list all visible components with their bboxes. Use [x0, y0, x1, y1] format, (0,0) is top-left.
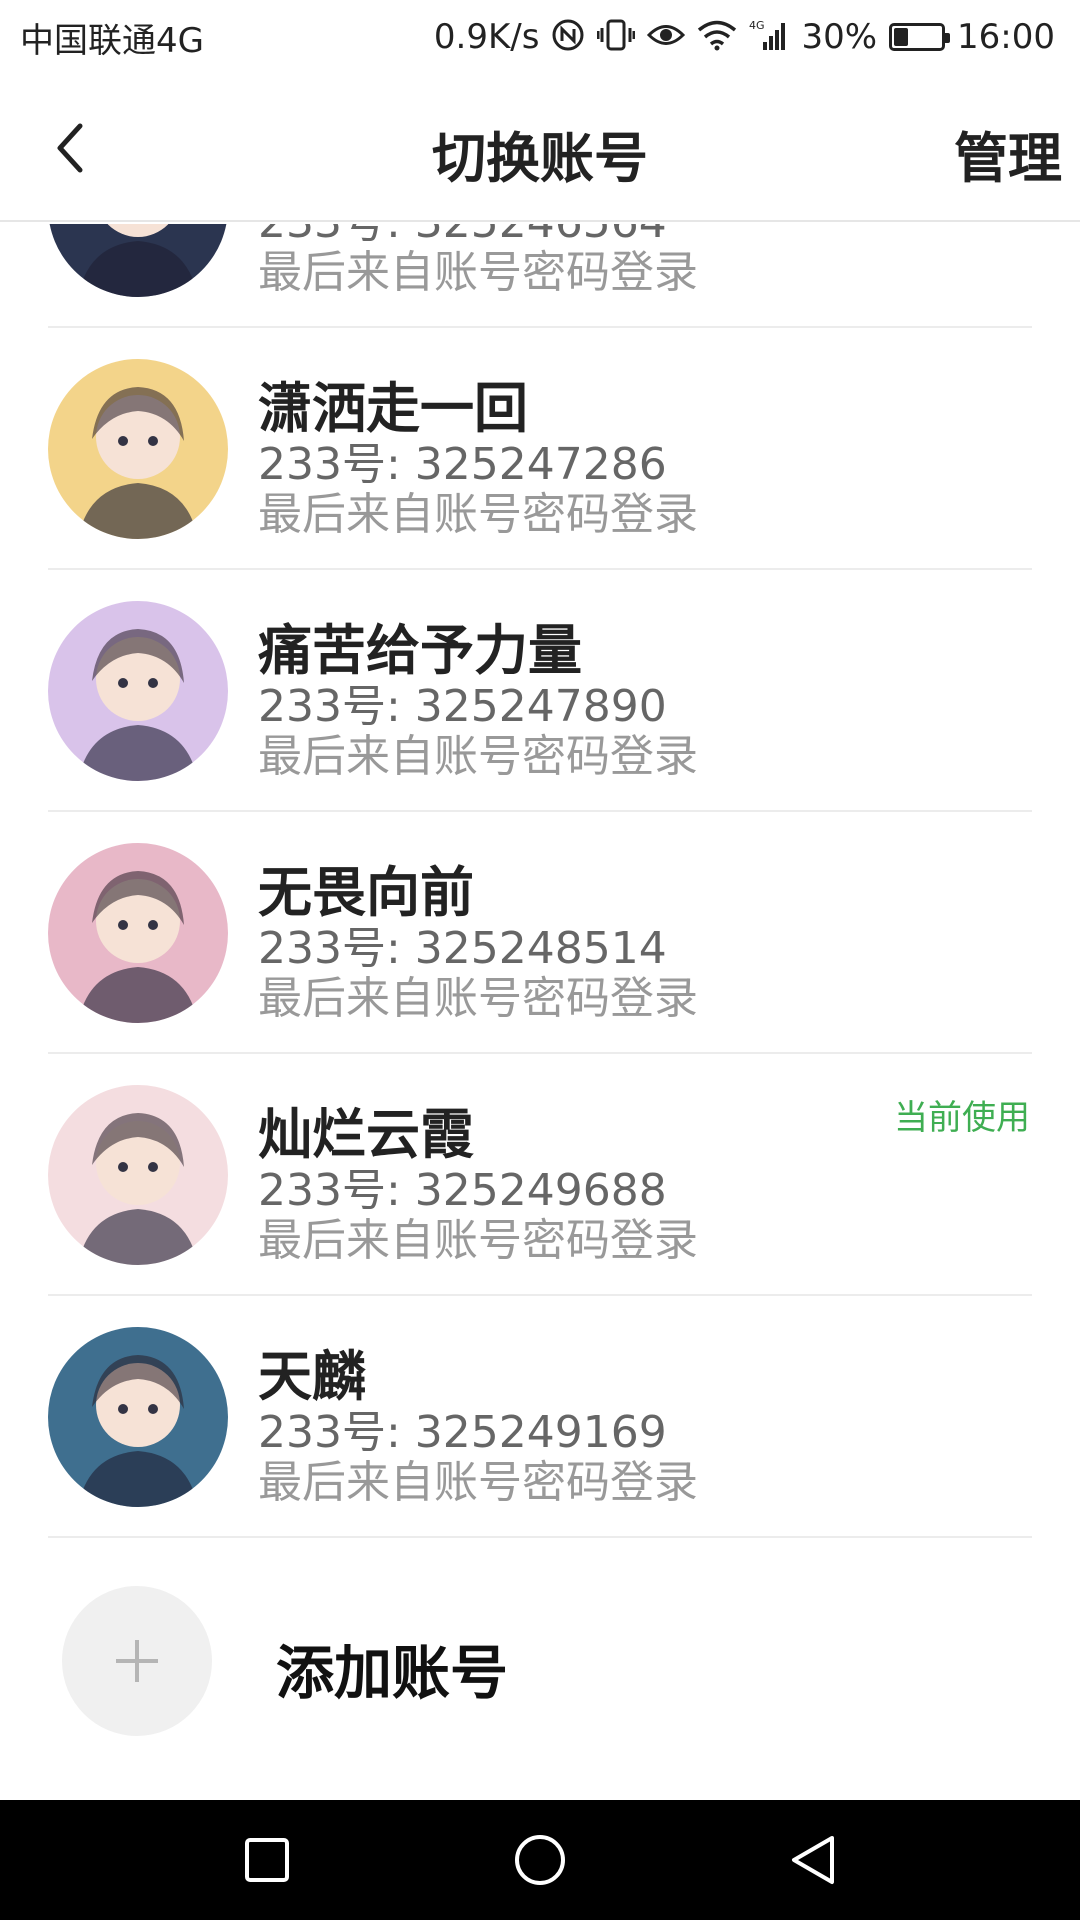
avatar[interactable]: [48, 601, 228, 781]
account-list[interactable]: 233号: 325246564最后来自账号密码登录潇洒走一回233号: 3252…: [0, 224, 1080, 1800]
account-login-method: 最后来自账号密码登录: [258, 731, 698, 782]
account-login-method: 最后来自账号密码登录: [258, 247, 698, 298]
plus-icon: [116, 1640, 158, 1682]
screen: 中国联通4G 0.9K/s 4G 30% 16:00 切换账号 管理 最后来自账…: [0, 0, 1080, 1920]
account-list-content: 233号: 325246564最后来自账号密码登录潇洒走一回233号: 3252…: [0, 224, 1080, 1782]
avatar[interactable]: [48, 224, 228, 297]
battery-percent: 30%: [801, 17, 878, 57]
clock: 16:00: [957, 17, 1055, 57]
system-nav-bar: [0, 1800, 1080, 1920]
home-icon[interactable]: [505, 1825, 575, 1895]
account-row[interactable]: 灿烂云霞 233号: 325249688 最后来自账号密码登录 当前使用: [0, 1054, 1080, 1296]
manage-button[interactable]: 管理: [954, 114, 1062, 193]
app-header: 切换账号 管理: [0, 74, 1080, 222]
signal-4g-icon: 4G: [749, 18, 789, 57]
avatar[interactable]: [48, 359, 228, 539]
account-login-method: 最后来自账号密码登录: [258, 489, 698, 540]
add-account-label[interactable]: 添加账号: [276, 1626, 508, 1710]
add-account-circle[interactable]: [62, 1586, 212, 1736]
nfc-icon: [551, 18, 585, 57]
status-icons: 0.9K/s 4G 30% 16:00: [434, 17, 1055, 57]
avatar[interactable]: [48, 1327, 228, 1507]
status-bar: 中国联通4G 0.9K/s 4G 30% 16:00: [0, 0, 1080, 74]
recent-apps-icon[interactable]: [232, 1825, 302, 1895]
account-row[interactable]: 天麟 233号: 325249169 最后来自账号密码登录: [0, 1296, 1080, 1538]
account-login-method: 最后来自账号密码登录: [258, 973, 698, 1024]
svg-text:4G: 4G: [749, 19, 765, 32]
page-title: 切换账号: [432, 127, 648, 190]
add-account-row[interactable]: 添加账号: [0, 1538, 1080, 1782]
eye-icon: [647, 20, 686, 55]
network-speed: 0.9K/s: [433, 17, 540, 57]
account-login-method: 最后来自账号密码登录: [258, 1457, 698, 1508]
avatar[interactable]: [48, 843, 228, 1023]
battery-level: [894, 28, 908, 46]
account-row[interactable]: 无畏向前 233号: 325248514 最后来自账号密码登录: [0, 812, 1080, 1054]
wifi-icon: [697, 19, 737, 56]
account-login-method: 最后来自账号密码登录: [258, 1215, 698, 1266]
avatar[interactable]: [48, 1085, 228, 1265]
account-row[interactable]: 痛苦给予力量 233号: 325247890 最后来自账号密码登录: [0, 570, 1080, 812]
account-row[interactable]: 潇洒走一回 233号: 325247286 最后来自账号密码登录: [0, 328, 1080, 570]
battery-icon: [889, 23, 951, 51]
account-row[interactable]: 233号: 325246564最后来自账号密码登录: [0, 224, 1080, 328]
carrier-label: 中国联通4G: [20, 20, 204, 61]
vibrate-icon: [596, 18, 636, 57]
back-icon[interactable]: [778, 1825, 848, 1895]
current-account-badge: 当前使用: [894, 1098, 1030, 1138]
